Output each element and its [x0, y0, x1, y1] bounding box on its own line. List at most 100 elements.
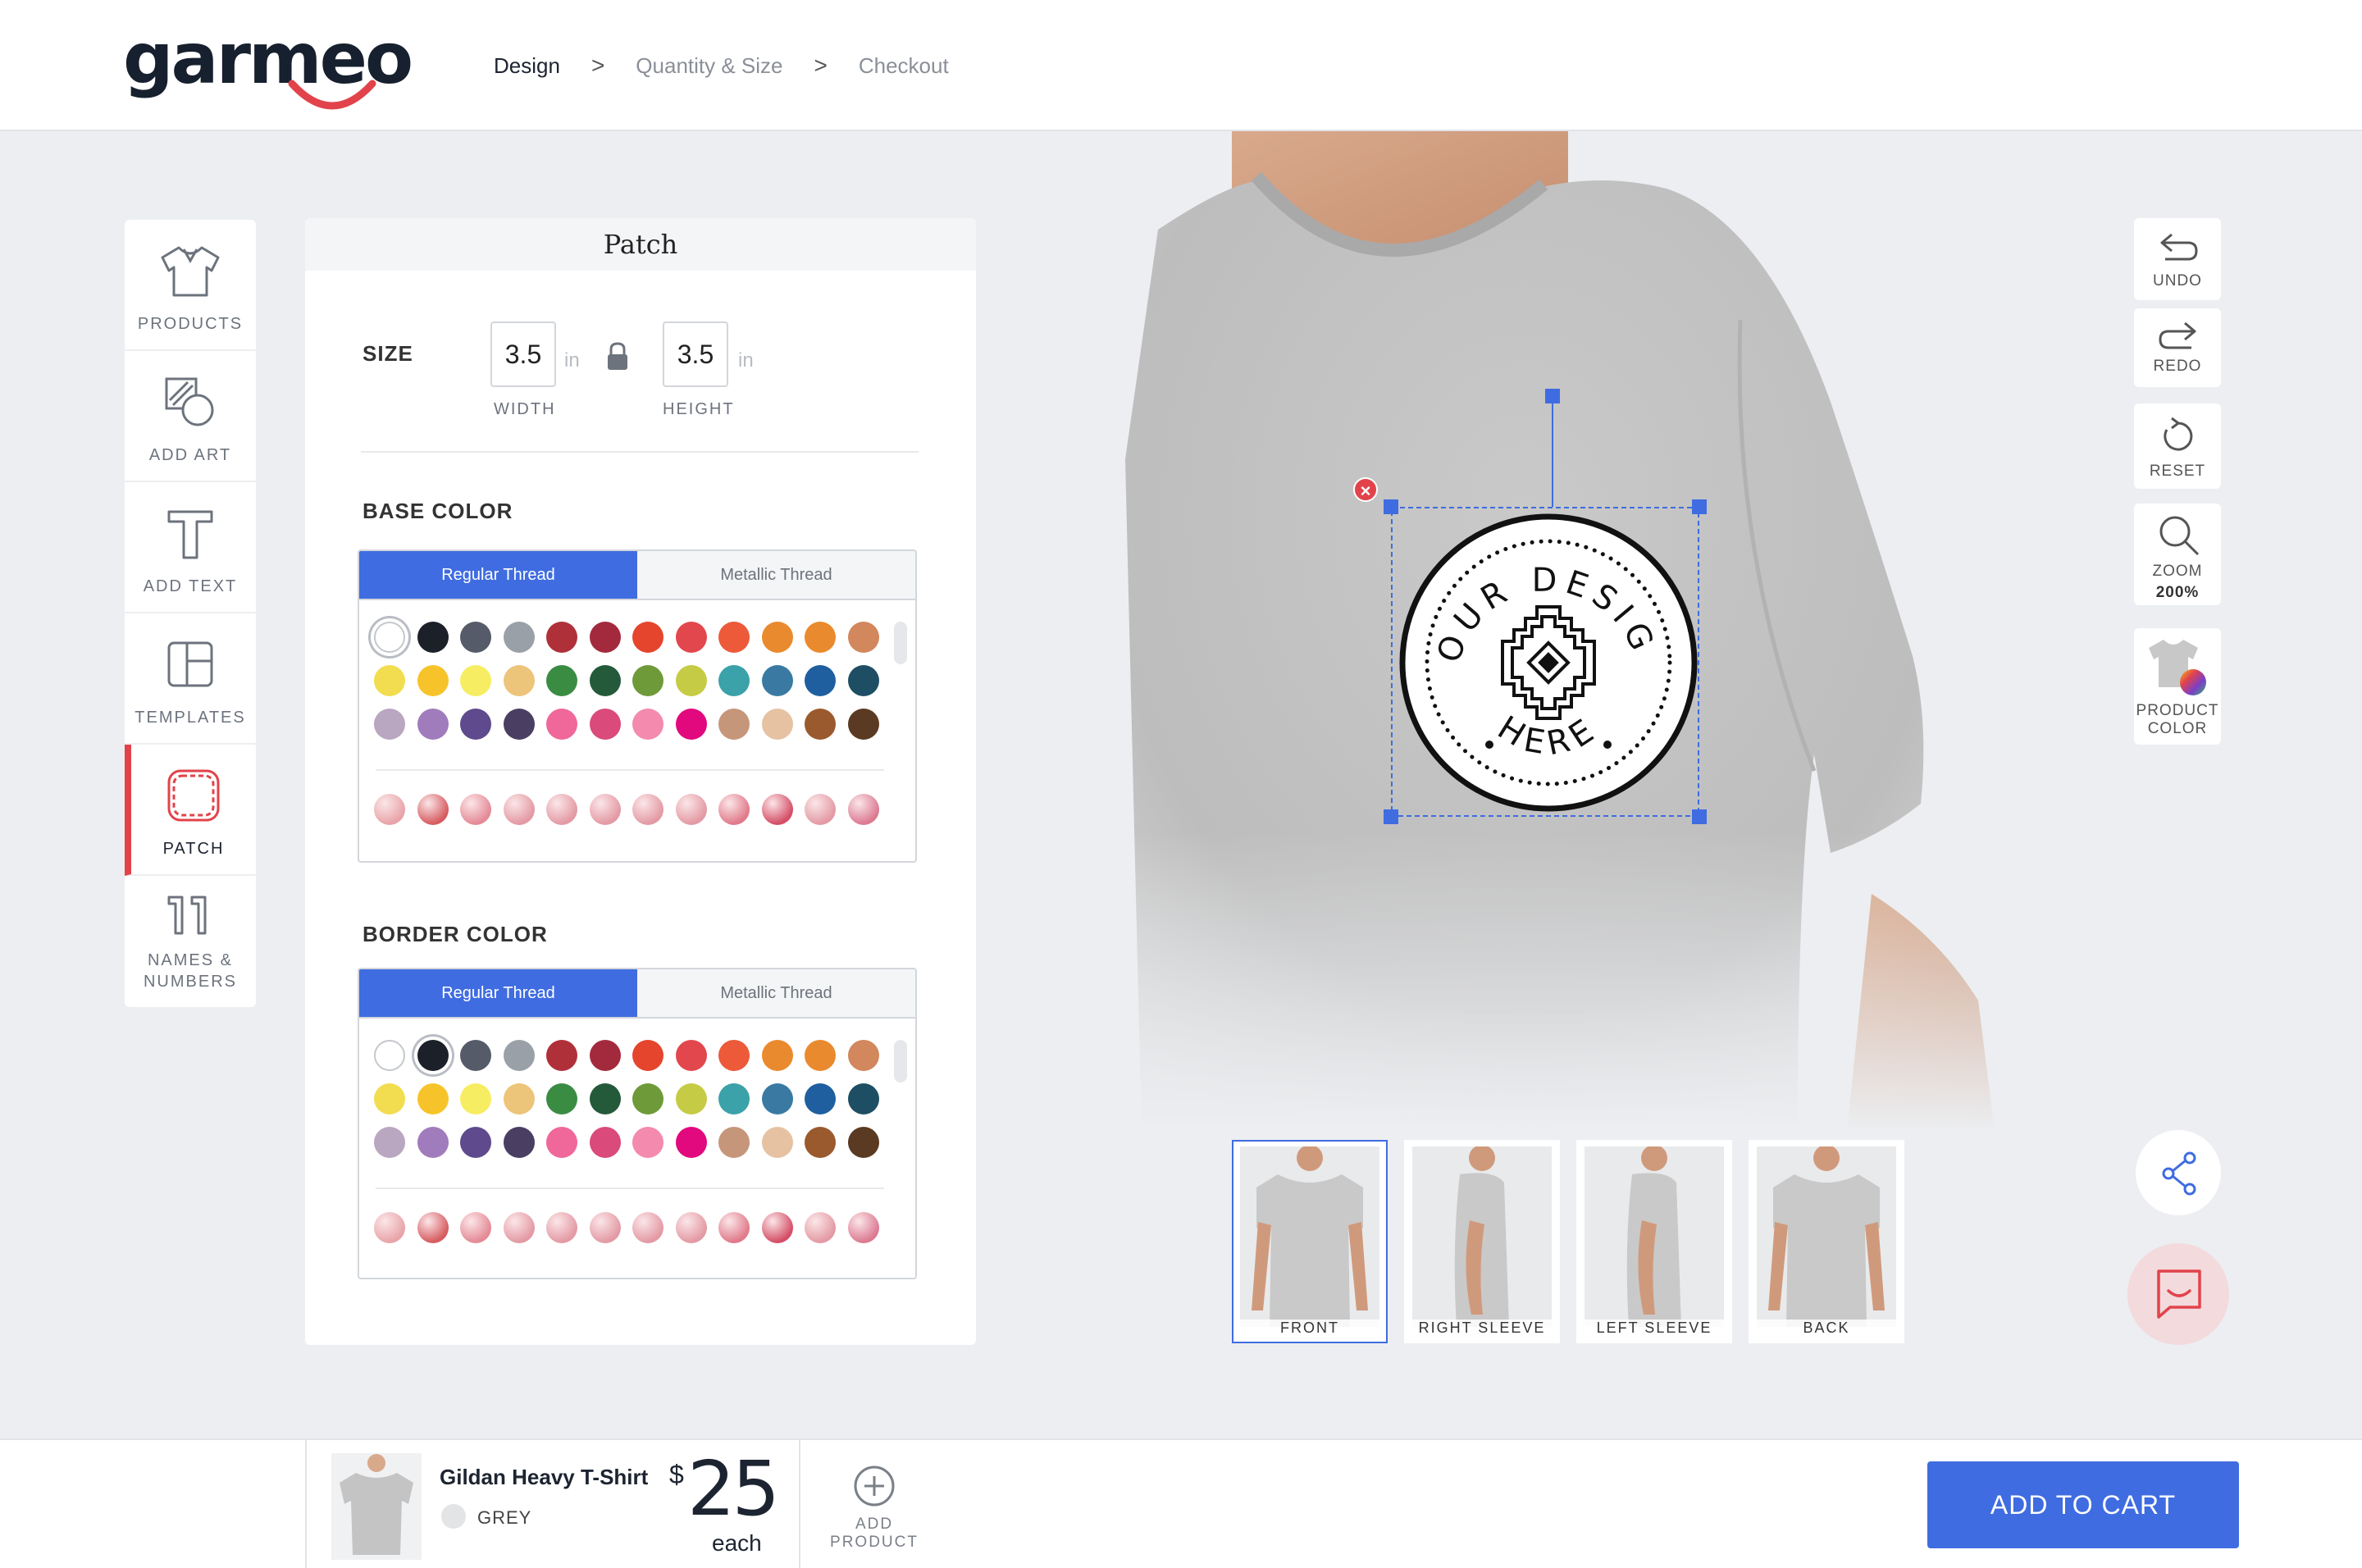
metallic-color-swatch[interactable] — [805, 794, 836, 825]
color-swatch[interactable] — [847, 709, 879, 740]
product-summary[interactable]: Gildan Heavy T-Shirt GREY $ 25 each — [305, 1440, 800, 1568]
color-swatch[interactable] — [632, 709, 663, 740]
color-swatch[interactable] — [632, 665, 663, 696]
color-swatch[interactable] — [847, 1040, 879, 1071]
color-swatch[interactable] — [847, 1127, 879, 1158]
metallic-color-swatch[interactable] — [675, 794, 707, 825]
resize-handle-top-left[interactable] — [1384, 499, 1398, 514]
metallic-color-swatch[interactable] — [847, 1212, 879, 1243]
metallic-color-swatch[interactable] — [417, 794, 449, 825]
metallic-color-swatch[interactable] — [632, 1212, 663, 1243]
color-swatch[interactable] — [632, 1127, 663, 1158]
border-scrollbar[interactable] — [894, 1040, 907, 1083]
color-swatch[interactable] — [374, 1083, 405, 1114]
color-swatch[interactable] — [675, 1127, 707, 1158]
share-button[interactable] — [2136, 1130, 2221, 1215]
color-swatch[interactable] — [632, 1083, 663, 1114]
color-swatch[interactable] — [589, 709, 621, 740]
color-swatch[interactable] — [632, 622, 663, 653]
color-swatch[interactable] — [805, 1040, 836, 1071]
design-selection[interactable]: YOUR DESIGN HERE — [1384, 389, 1707, 824]
color-swatch[interactable] — [460, 622, 491, 653]
color-swatch[interactable] — [589, 1083, 621, 1114]
metallic-color-swatch[interactable] — [761, 1212, 793, 1243]
patch-design[interactable]: YOUR DESIGN HERE — [1399, 513, 1698, 812]
color-swatch[interactable] — [503, 665, 535, 696]
color-swatch[interactable] — [675, 1040, 707, 1071]
metallic-color-swatch[interactable] — [718, 794, 750, 825]
color-swatch[interactable] — [417, 709, 449, 740]
color-swatch[interactable] — [546, 665, 577, 696]
tool-products[interactable]: PRODUCTS — [125, 220, 256, 351]
color-swatch[interactable] — [374, 622, 405, 653]
color-swatch[interactable] — [718, 1083, 750, 1114]
color-swatch[interactable] — [805, 1127, 836, 1158]
color-swatch[interactable] — [761, 1127, 793, 1158]
color-swatch[interactable] — [761, 622, 793, 653]
metallic-color-swatch[interactable] — [546, 1212, 577, 1243]
color-swatch[interactable] — [546, 1040, 577, 1071]
color-swatch[interactable] — [805, 622, 836, 653]
color-swatch[interactable] — [761, 709, 793, 740]
metallic-color-swatch[interactable] — [460, 794, 491, 825]
metallic-color-swatch[interactable] — [718, 1212, 750, 1243]
color-swatch[interactable] — [460, 1040, 491, 1071]
resize-handle-bottom-left[interactable] — [1384, 809, 1398, 824]
width-input[interactable]: 3.5 — [490, 321, 556, 387]
border-tab-regular-thread[interactable]: Regular Thread — [359, 969, 637, 1017]
tool-patch[interactable]: PATCH — [125, 745, 256, 876]
add-to-cart-button[interactable]: ADD TO CART — [1927, 1461, 2239, 1548]
metallic-color-swatch[interactable] — [805, 1212, 836, 1243]
color-swatch[interactable] — [460, 709, 491, 740]
color-swatch[interactable] — [374, 709, 405, 740]
base-scrollbar[interactable] — [894, 622, 907, 664]
color-swatch[interactable] — [546, 709, 577, 740]
color-swatch[interactable] — [632, 1040, 663, 1071]
view-front[interactable]: FRONT — [1232, 1140, 1388, 1343]
color-swatch[interactable] — [589, 665, 621, 696]
color-swatch[interactable] — [374, 1127, 405, 1158]
metallic-color-swatch[interactable] — [417, 1212, 449, 1243]
breadcrumb-quantity-size[interactable]: Quantity & Size — [636, 53, 782, 79]
color-swatch[interactable] — [718, 1127, 750, 1158]
color-swatch[interactable] — [761, 1083, 793, 1114]
color-swatch[interactable] — [460, 1127, 491, 1158]
color-swatch[interactable] — [546, 622, 577, 653]
resize-handle-bottom-right[interactable] — [1692, 809, 1707, 824]
color-swatch[interactable] — [546, 1083, 577, 1114]
color-swatch[interactable] — [675, 622, 707, 653]
zoom-button[interactable]: ZOOM 200% — [2134, 504, 2221, 605]
metallic-color-swatch[interactable] — [460, 1212, 491, 1243]
color-swatch[interactable] — [460, 665, 491, 696]
color-swatch[interactable] — [503, 1040, 535, 1071]
color-swatch[interactable] — [417, 622, 449, 653]
color-swatch[interactable] — [417, 1040, 449, 1071]
base-tab-metallic-thread[interactable]: Metallic Thread — [637, 551, 915, 599]
product-color-button[interactable]: PRODUCT COLOR — [2134, 628, 2221, 745]
height-input[interactable]: 3.5 — [663, 321, 728, 387]
color-swatch[interactable] — [417, 1127, 449, 1158]
breadcrumb-checkout[interactable]: Checkout — [859, 53, 949, 79]
color-swatch[interactable] — [503, 709, 535, 740]
breadcrumb-design[interactable]: Design — [494, 53, 560, 79]
chat-button[interactable] — [2127, 1243, 2229, 1345]
metallic-color-swatch[interactable] — [675, 1212, 707, 1243]
color-swatch[interactable] — [374, 1040, 405, 1071]
color-swatch[interactable] — [718, 709, 750, 740]
color-swatch[interactable] — [589, 1040, 621, 1071]
metallic-color-swatch[interactable] — [503, 1212, 535, 1243]
color-swatch[interactable] — [805, 1083, 836, 1114]
color-swatch[interactable] — [417, 665, 449, 696]
lock-icon[interactable] — [605, 341, 630, 372]
color-swatch[interactable] — [546, 1127, 577, 1158]
color-swatch[interactable] — [417, 1083, 449, 1114]
metallic-color-swatch[interactable] — [589, 794, 621, 825]
redo-button[interactable]: REDO — [2134, 308, 2221, 387]
delete-design-button[interactable]: × — [1353, 477, 1378, 502]
color-swatch[interactable] — [675, 665, 707, 696]
metallic-color-swatch[interactable] — [374, 794, 405, 825]
color-swatch[interactable] — [847, 665, 879, 696]
color-swatch[interactable] — [460, 1083, 491, 1114]
view-back[interactable]: BACK — [1749, 1140, 1904, 1343]
tool-add-art[interactable]: ADD ART — [125, 351, 256, 482]
